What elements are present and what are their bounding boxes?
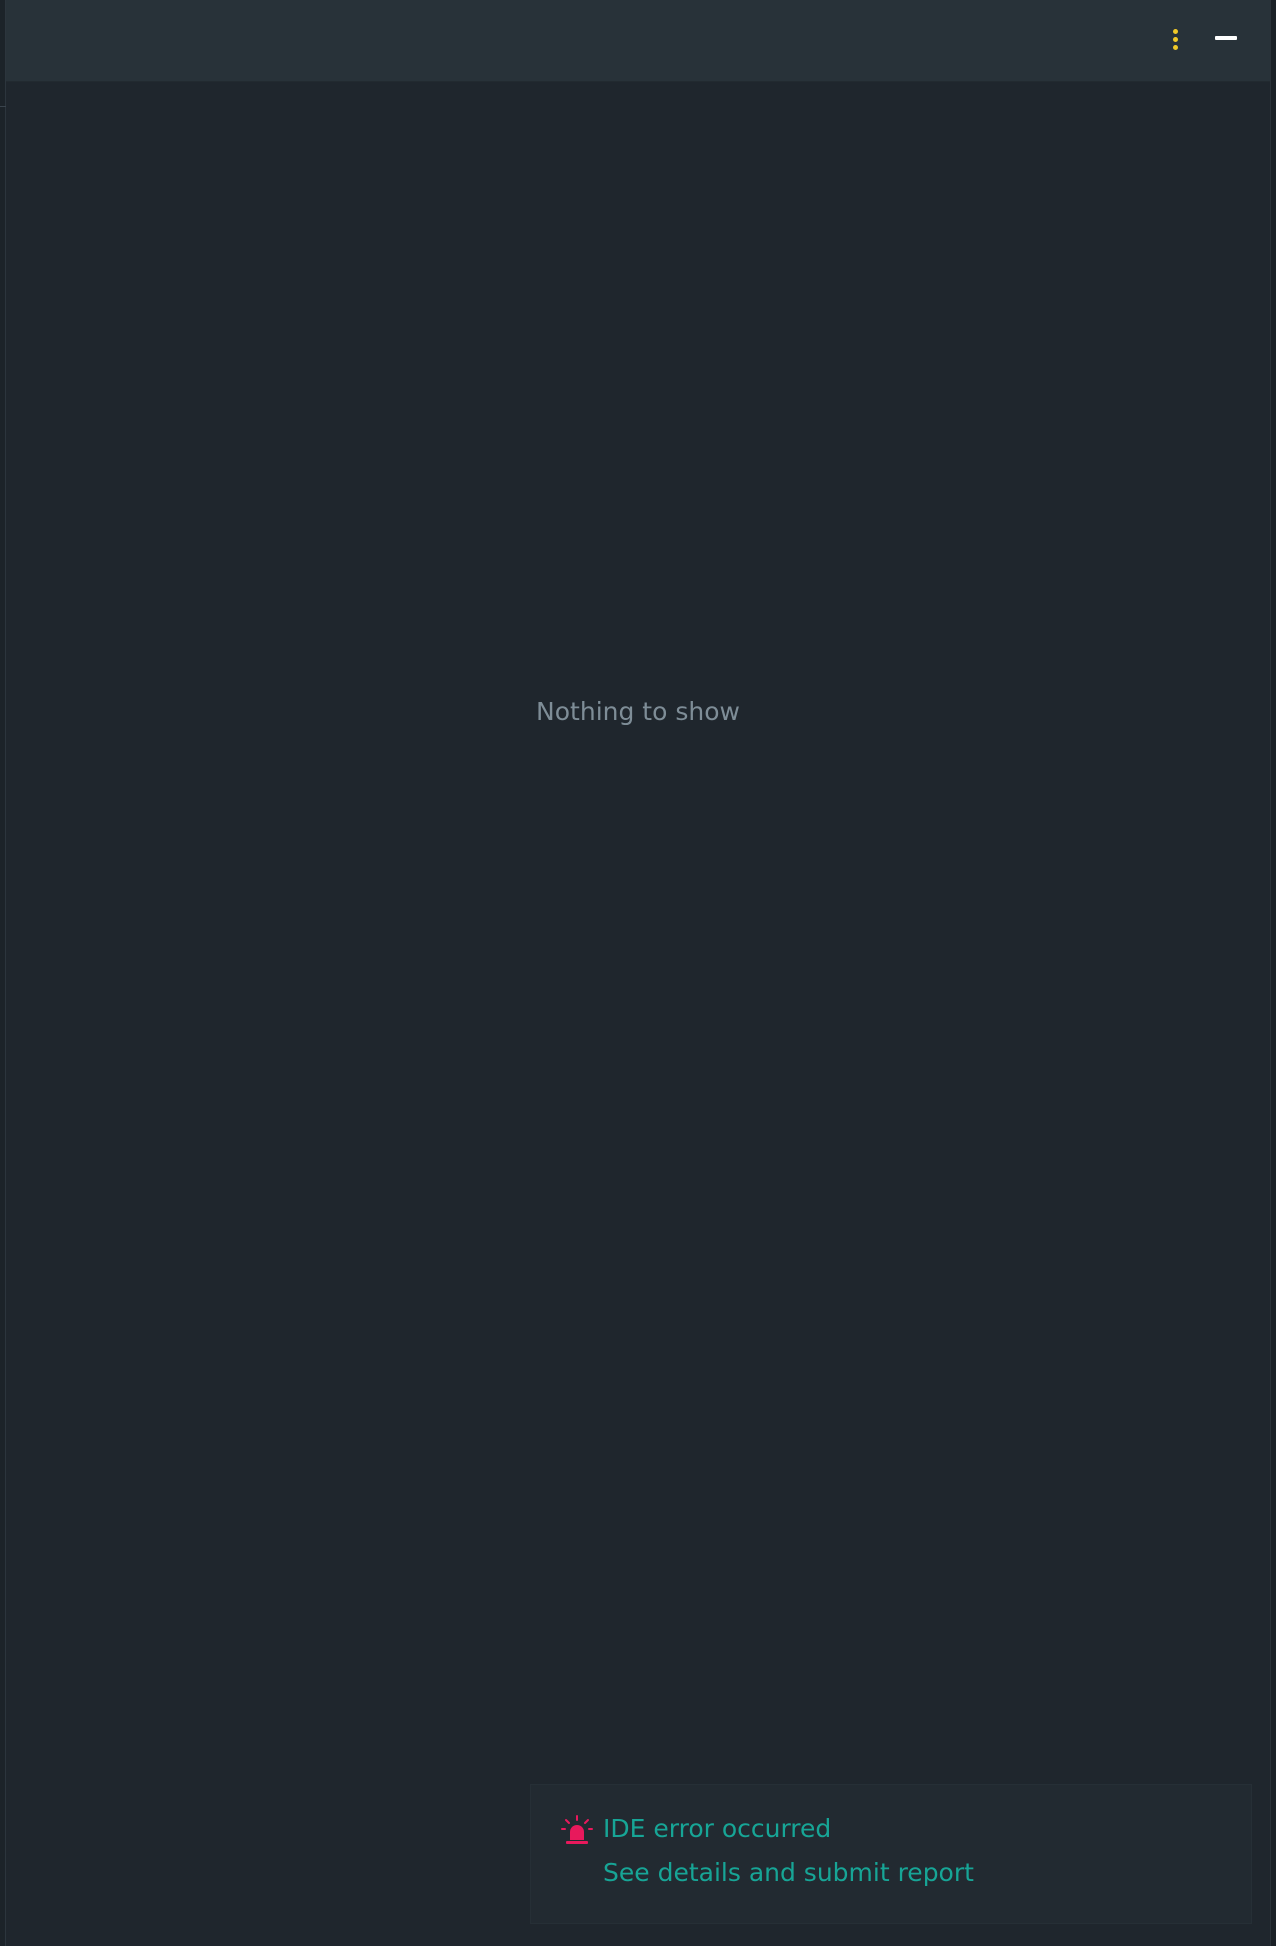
right-edge-border: [1270, 0, 1276, 1946]
notification-title: IDE error occurred: [603, 1814, 832, 1843]
minimize-button[interactable]: [1208, 20, 1246, 58]
tool-window-header: [6, 0, 1270, 82]
error-notification: IDE error occurred See details and submi…: [530, 1784, 1252, 1924]
minimize-icon: [1215, 36, 1237, 40]
options-button[interactable]: [1156, 20, 1194, 58]
empty-state-text: Nothing to show: [536, 697, 740, 726]
see-details-link[interactable]: See details and submit report: [603, 1855, 974, 1891]
left-edge-border: [0, 0, 6, 1946]
left-edge-divider: [0, 106, 6, 107]
more-vertical-icon: [1173, 29, 1178, 51]
alarm-siren-icon: [561, 1815, 593, 1844]
